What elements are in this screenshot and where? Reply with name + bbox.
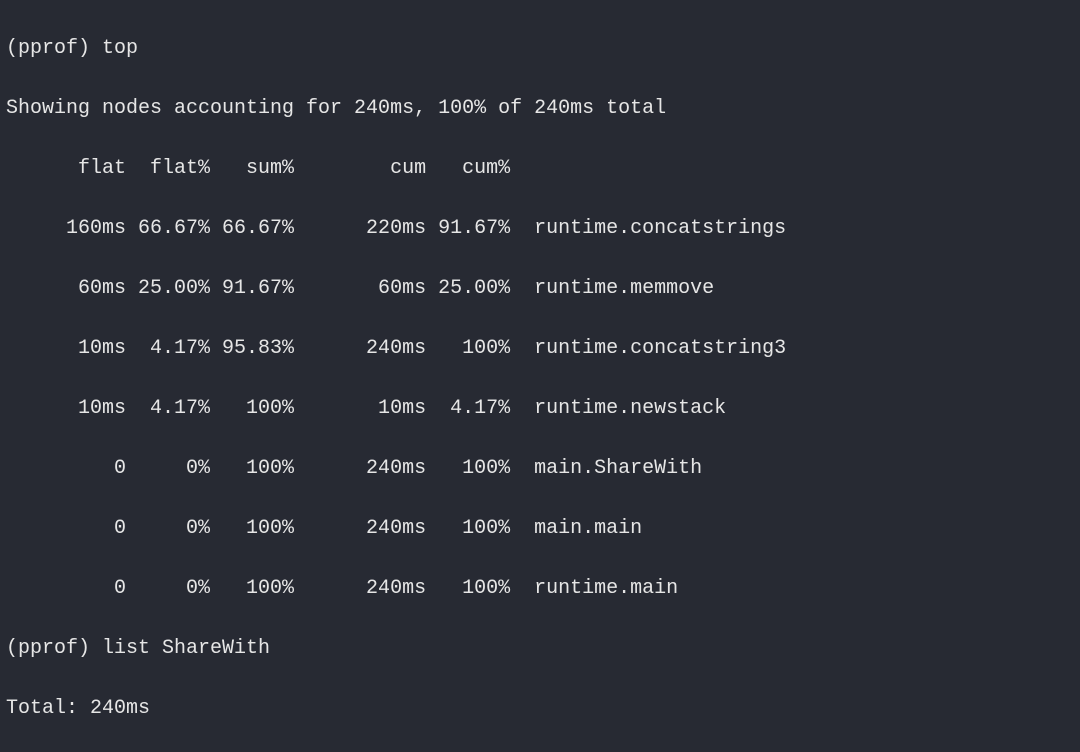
pprof-prompt-top[interactable]: (pprof) top [6,34,1074,64]
top-summary: Showing nodes accounting for 240ms, 100%… [6,94,1074,124]
top-header: flat flat% sum% cum cum% [6,154,1074,184]
top-row: 10ms 4.17% 95.83% 240ms 100% runtime.con… [6,334,1074,364]
pprof-prompt-list[interactable]: (pprof) list ShareWith [6,634,1074,664]
top-row: 0 0% 100% 240ms 100% runtime.main [6,574,1074,604]
top-row: 160ms 66.67% 66.67% 220ms 91.67% runtime… [6,214,1074,244]
top-row: 0 0% 100% 240ms 100% main.ShareWith [6,454,1074,484]
top-row: 10ms 4.17% 100% 10ms 4.17% runtime.newst… [6,394,1074,424]
list-total: Total: 240ms [6,694,1074,724]
top-row: 60ms 25.00% 91.67% 60ms 25.00% runtime.m… [6,274,1074,304]
terminal-output: (pprof) top Showing nodes accounting for… [0,0,1080,752]
top-row: 0 0% 100% 240ms 100% main.main [6,514,1074,544]
